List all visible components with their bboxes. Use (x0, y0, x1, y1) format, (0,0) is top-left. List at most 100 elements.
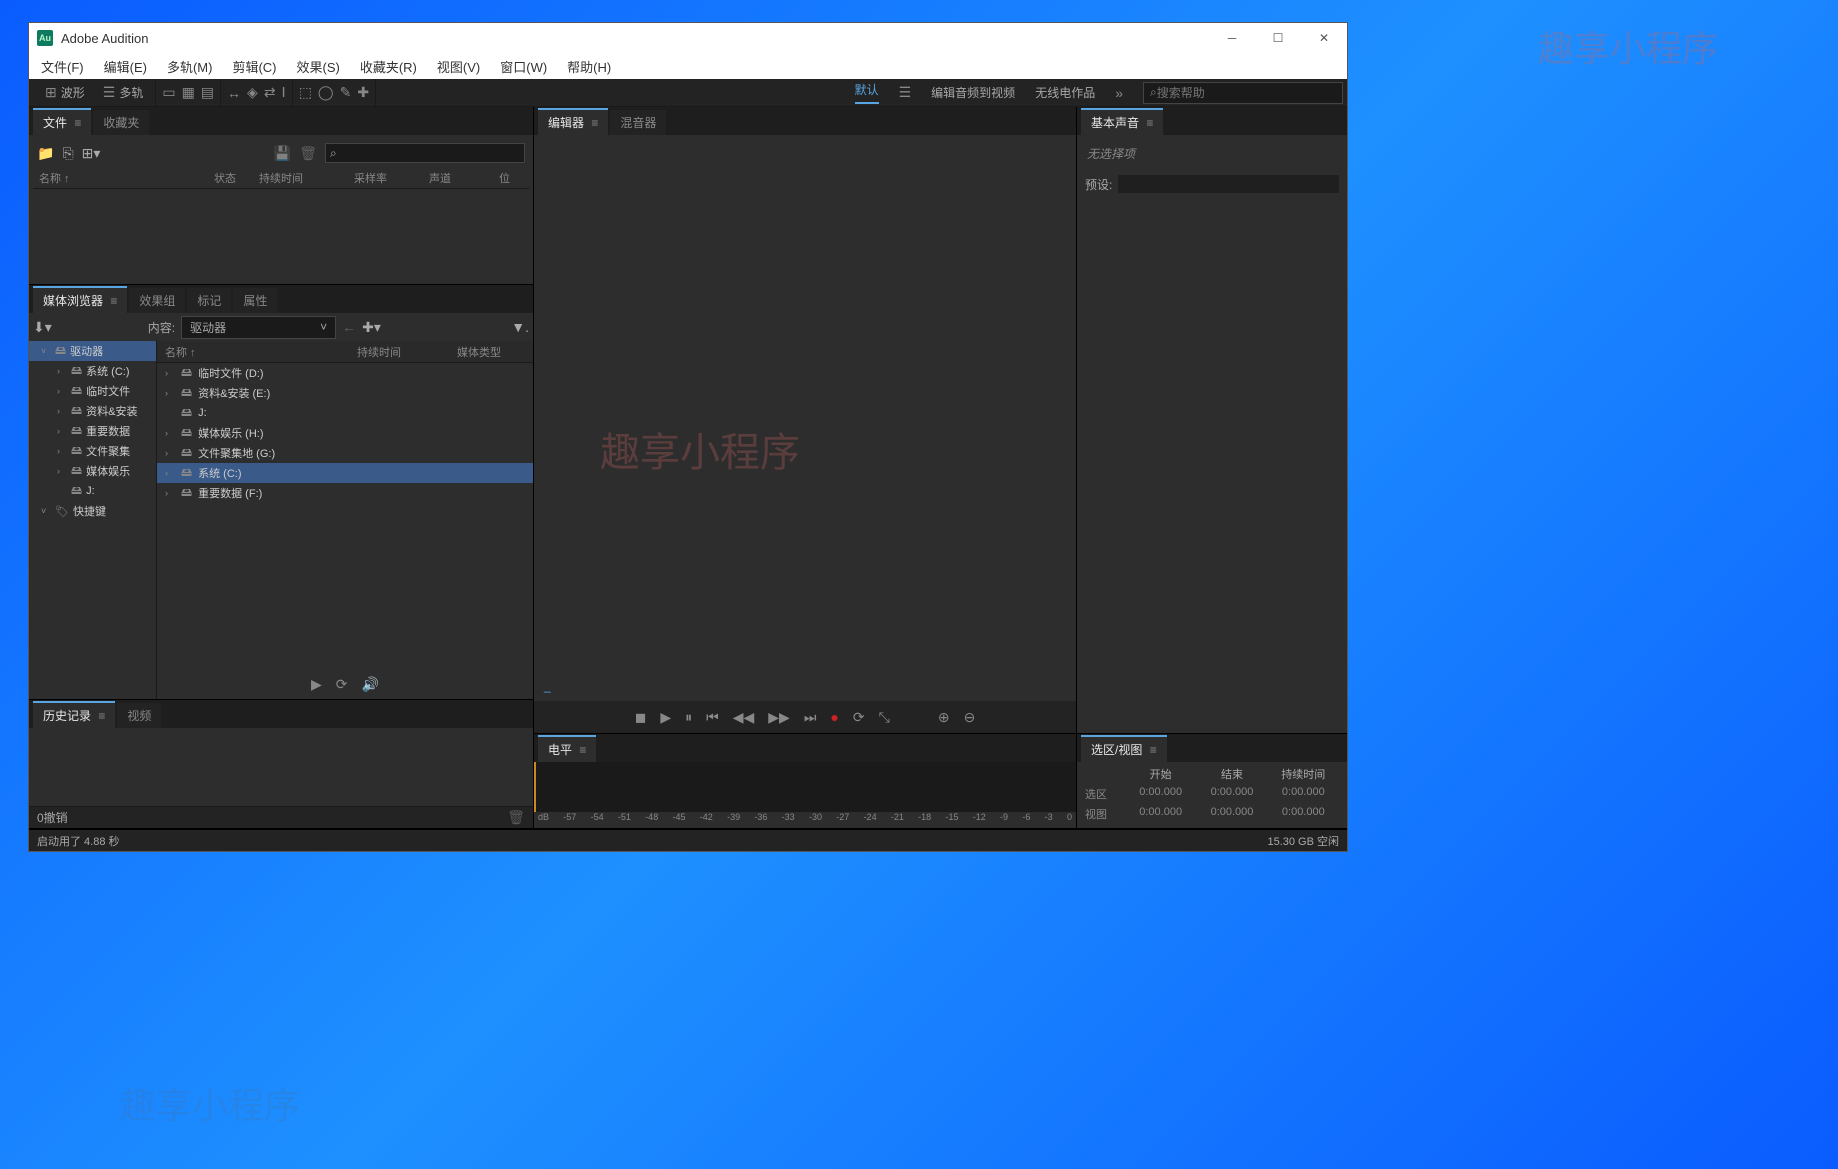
panel-menu-icon[interactable]: ≡ (579, 743, 586, 757)
col-duration[interactable]: 持续时间 (357, 344, 457, 360)
list-item[interactable]: ›🖴媒体娱乐 (H:) (157, 423, 533, 443)
open-file-icon[interactable]: 📁 (37, 145, 54, 162)
expand-icon[interactable]: › (165, 368, 175, 378)
tab-favorites[interactable]: 收藏夹 (93, 110, 149, 135)
tab-markers[interactable]: 标记 (187, 288, 231, 313)
workspace-default[interactable]: 默认 (855, 81, 879, 104)
pause-button[interactable]: ⏸ (685, 709, 692, 726)
list-item[interactable]: ›🖴资料&安装 (E:) (157, 383, 533, 403)
list-item[interactable]: ›🖴重要数据 (F:) (157, 483, 533, 503)
tab-video[interactable]: 视频 (117, 703, 161, 728)
close-button[interactable]: ✕ (1301, 23, 1347, 53)
menu-view[interactable]: 视图(V) (429, 55, 488, 78)
maximize-button[interactable]: ☐ (1255, 23, 1301, 53)
expand-icon[interactable]: › (165, 488, 175, 498)
stop-button[interactable]: ◼ (635, 709, 647, 726)
expand-icon[interactable]: › (165, 388, 175, 398)
menu-multitrack[interactable]: 多轨(M) (159, 55, 221, 78)
loop-button[interactable]: ⟳ (853, 709, 865, 726)
import-icon[interactable]: ⎘ (62, 145, 73, 162)
trash-icon[interactable]: 🗑 (507, 809, 525, 826)
expand-icon[interactable]: › (57, 406, 67, 416)
search-help[interactable]: ⌕ (1143, 82, 1343, 104)
search-input[interactable] (1157, 86, 1336, 100)
tree-item-j[interactable]: 🖴J: (29, 481, 156, 501)
hud-icon[interactable]: ▭ (162, 84, 175, 101)
panel-menu-icon[interactable]: ≡ (1146, 116, 1153, 130)
marquee-icon[interactable]: ⬚ (299, 84, 312, 101)
add-icon[interactable]: ✚▾ (362, 319, 381, 336)
forward-button[interactable]: ▶▶ (768, 709, 790, 726)
menu-file[interactable]: 文件(F) (33, 55, 92, 78)
play-button[interactable]: ▶ (660, 709, 671, 726)
panel-menu-icon[interactable]: ≡ (1150, 743, 1157, 757)
save-icon[interactable]: 💾 (274, 145, 291, 162)
editor-canvas[interactable]: _ (534, 135, 1076, 701)
tab-selection-view[interactable]: 选区/视图 ≡ (1081, 735, 1167, 762)
titlebar[interactable]: Au Adobe Audition ─ ☐ ✕ (29, 23, 1347, 53)
selection-end[interactable]: 0:00.000 (1196, 786, 1267, 802)
zoom-in-icon[interactable]: ⊕ (938, 709, 950, 726)
prev-button[interactable]: ⏮ (706, 709, 719, 726)
zoom-out-icon[interactable]: ⊖ (964, 709, 976, 726)
col-sample-rate[interactable]: 采样率 (348, 170, 423, 186)
tree-item-materials[interactable]: ›🖴资料&安装 (29, 401, 156, 421)
tab-editor[interactable]: 编辑器 ≡ (538, 108, 608, 135)
tab-levels[interactable]: 电平 ≡ (538, 735, 596, 762)
expand-icon[interactable]: › (57, 386, 67, 396)
preset-dropdown[interactable] (1118, 175, 1339, 193)
selection-duration[interactable]: 0:00.000 (1268, 786, 1339, 802)
multitrack-mode-button[interactable]: ☰多轨 (97, 82, 150, 103)
menu-window[interactable]: 窗口(W) (492, 55, 555, 78)
collapse-icon[interactable]: ˅ (41, 506, 51, 516)
expand-icon[interactable]: › (57, 426, 67, 436)
shortcut-icon[interactable]: ⬇▾ (33, 319, 52, 336)
expand-icon[interactable]: › (165, 468, 175, 478)
spectral-icon[interactable]: ▦ (182, 84, 195, 101)
menu-help[interactable]: 帮助(H) (559, 55, 619, 78)
tab-effects-rack[interactable]: 效果组 (129, 288, 185, 313)
rewind-button[interactable]: ◀◀ (733, 709, 755, 726)
new-file-icon[interactable]: ⊞▾ (82, 145, 101, 162)
panel-menu-icon[interactable]: ≡ (110, 294, 117, 308)
pitch-icon[interactable]: ▤ (201, 84, 214, 101)
menu-effects[interactable]: 效果(S) (289, 55, 348, 78)
files-search[interactable]: ⌕ (325, 143, 525, 163)
menu-edit[interactable]: 编辑(E) (96, 55, 155, 78)
next-button[interactable]: ⏭ (804, 709, 817, 726)
tab-properties[interactable]: 属性 (233, 288, 277, 313)
col-type[interactable]: 媒体类型 (457, 344, 533, 360)
list-item[interactable]: ›🖴文件聚集地 (G:) (157, 443, 533, 463)
menu-clip[interactable]: 剪辑(C) (224, 55, 284, 78)
content-dropdown[interactable]: 驱动器˅ (181, 316, 336, 339)
time-selection-icon[interactable]: Ⅰ (282, 84, 286, 101)
collapse-icon[interactable]: ˅ (41, 346, 51, 356)
expand-icon[interactable]: › (57, 466, 67, 476)
expand-icon[interactable]: › (165, 448, 175, 458)
expand-icon[interactable]: › (57, 366, 67, 376)
tree-item-drives[interactable]: ˅🖴驱动器 (29, 341, 156, 361)
list-item[interactable]: ›🖴临时文件 (D:) (157, 363, 533, 383)
col-bits[interactable]: 位 (493, 170, 523, 186)
col-name[interactable]: 名称 ↑ (33, 170, 208, 186)
workspace-overflow-icon[interactable]: » (1115, 85, 1123, 101)
preview-play-icon[interactable]: ▶ (311, 676, 322, 693)
loop-icon[interactable]: 🔊 (362, 676, 379, 693)
view-start[interactable]: 0:00.000 (1125, 806, 1196, 822)
workspace-edit-audio[interactable]: 编辑音频到视频 (931, 84, 1015, 101)
tree-item-system-c[interactable]: ›🖴系统 (C:) (29, 361, 156, 381)
slip-tool-icon[interactable]: ⇄ (264, 84, 276, 101)
brush-icon[interactable]: ✎ (340, 84, 352, 101)
healing-icon[interactable]: ✚ (357, 84, 369, 101)
tab-mixer[interactable]: 混音器 (610, 110, 666, 135)
skip-selection-button[interactable]: ⤡ (879, 709, 890, 726)
trash-icon[interactable]: 🗑 (299, 145, 317, 162)
minimize-button[interactable]: ─ (1209, 23, 1255, 53)
view-end[interactable]: 0:00.000 (1196, 806, 1267, 822)
panel-menu-icon[interactable]: ≡ (591, 116, 598, 130)
tree-item-media[interactable]: ›🖴媒体娱乐 (29, 461, 156, 481)
tree-item-temp[interactable]: ›🖴临时文件 (29, 381, 156, 401)
move-tool-icon[interactable]: ↔ (227, 85, 241, 101)
tab-history[interactable]: 历史记录 ≡ (33, 701, 115, 728)
auto-play-icon[interactable]: ⟳ (336, 676, 348, 693)
